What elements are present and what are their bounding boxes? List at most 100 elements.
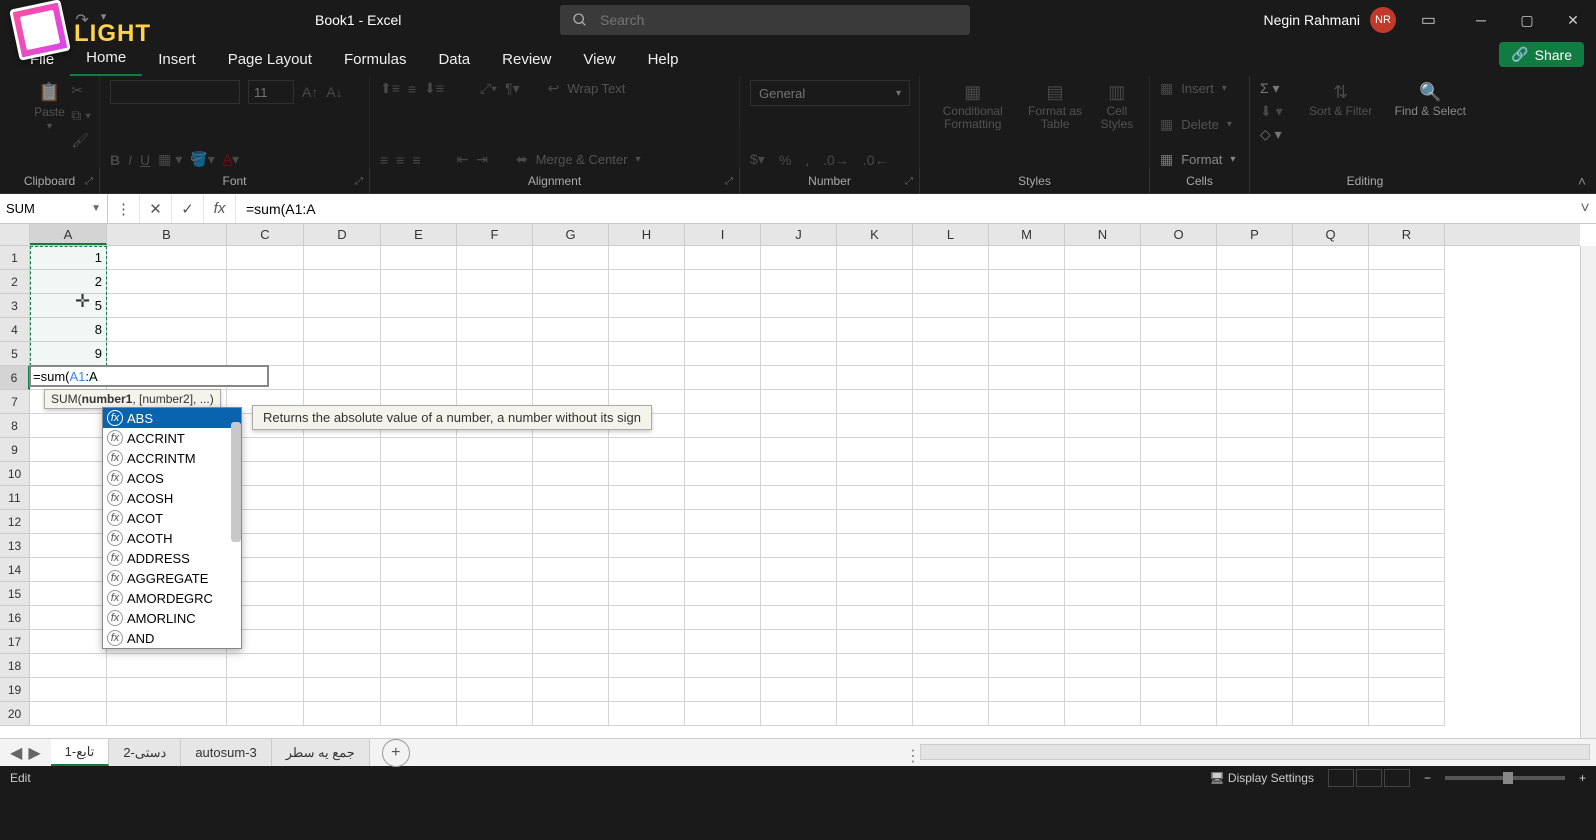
formula-input[interactable]: =sum(A1:A	[236, 194, 1574, 223]
cell-F9[interactable]	[457, 438, 533, 462]
cell-L10[interactable]	[913, 462, 989, 486]
cancel-formula-button[interactable]: ✕	[140, 194, 172, 223]
cell-A10[interactable]	[30, 462, 107, 486]
cell-K17[interactable]	[837, 630, 913, 654]
enter-formula-button[interactable]: ✓	[172, 194, 204, 223]
row-header-6[interactable]: 6	[0, 366, 30, 390]
cell-N18[interactable]	[1065, 654, 1141, 678]
cell-O4[interactable]	[1141, 318, 1217, 342]
column-header-B[interactable]: B	[107, 224, 227, 245]
cell-N2[interactable]	[1065, 270, 1141, 294]
cell-J17[interactable]	[761, 630, 837, 654]
column-header-O[interactable]: O	[1141, 224, 1217, 245]
cell-P18[interactable]	[1217, 654, 1293, 678]
function-suggestion-aggregate[interactable]: fxAGGREGATE	[103, 568, 241, 588]
sort-filter-button[interactable]: ⇅ Sort & Filter	[1305, 80, 1376, 120]
cell-L11[interactable]	[913, 486, 989, 510]
orientation-icon[interactable]: ⤢▾	[480, 80, 497, 97]
cell-Q18[interactable]	[1293, 654, 1369, 678]
cell-K5[interactable]	[837, 342, 913, 366]
cell-L8[interactable]	[913, 414, 989, 438]
cell-M1[interactable]	[989, 246, 1065, 270]
cell-O12[interactable]	[1141, 510, 1217, 534]
cell-P15[interactable]	[1217, 582, 1293, 606]
column-header-Q[interactable]: Q	[1293, 224, 1369, 245]
cell-O19[interactable]	[1141, 678, 1217, 702]
ribbon-display-options-icon[interactable]: ▭	[1421, 10, 1436, 30]
cell-N14[interactable]	[1065, 558, 1141, 582]
cell-G13[interactable]	[533, 534, 609, 558]
cell-B4[interactable]	[107, 318, 227, 342]
cell-K9[interactable]	[837, 438, 913, 462]
cell-E6[interactable]	[381, 366, 457, 390]
cell-B3[interactable]	[107, 294, 227, 318]
cell-O10[interactable]	[1141, 462, 1217, 486]
cell-F4[interactable]	[457, 318, 533, 342]
increase-font-icon[interactable]: A↑	[302, 84, 318, 100]
cell-Q15[interactable]	[1293, 582, 1369, 606]
cell-E11[interactable]	[381, 486, 457, 510]
cell-J14[interactable]	[761, 558, 837, 582]
underline-button[interactable]: U	[140, 152, 150, 168]
cell-E13[interactable]	[381, 534, 457, 558]
conditional-formatting-button[interactable]: ▦ Conditional Formatting	[930, 80, 1016, 133]
cell-G15[interactable]	[533, 582, 609, 606]
cell-N17[interactable]	[1065, 630, 1141, 654]
cell-F6[interactable]	[457, 366, 533, 390]
cell-J12[interactable]	[761, 510, 837, 534]
currency-icon[interactable]: $▾	[750, 151, 765, 168]
align-middle-icon[interactable]: ≡	[408, 81, 416, 97]
cell-O1[interactable]	[1141, 246, 1217, 270]
cell-Q12[interactable]	[1293, 510, 1369, 534]
cell-O14[interactable]	[1141, 558, 1217, 582]
font-name-select[interactable]	[110, 80, 240, 104]
cell-E19[interactable]	[381, 678, 457, 702]
share-button[interactable]: 🔗 Share	[1499, 42, 1584, 67]
cell-L3[interactable]	[913, 294, 989, 318]
cell-D19[interactable]	[304, 678, 381, 702]
function-suggestion-acosh[interactable]: fxACOSH	[103, 488, 241, 508]
cell-H18[interactable]	[609, 654, 685, 678]
cell-J19[interactable]	[761, 678, 837, 702]
cell-E18[interactable]	[381, 654, 457, 678]
cell-A12[interactable]	[30, 510, 107, 534]
cell-F10[interactable]	[457, 462, 533, 486]
cut-icon[interactable]: ✂	[71, 82, 91, 99]
cell-M10[interactable]	[989, 462, 1065, 486]
cell-R16[interactable]	[1369, 606, 1445, 630]
cell-R15[interactable]	[1369, 582, 1445, 606]
column-header-F[interactable]: F	[457, 224, 533, 245]
column-header-R[interactable]: R	[1369, 224, 1445, 245]
cell-K2[interactable]	[837, 270, 913, 294]
cell-N15[interactable]	[1065, 582, 1141, 606]
cell-R19[interactable]	[1369, 678, 1445, 702]
cell-D14[interactable]	[304, 558, 381, 582]
sheet-nav-prev-icon[interactable]: ◀	[10, 743, 22, 763]
cell-D11[interactable]	[304, 486, 381, 510]
function-suggestion-address[interactable]: fxADDRESS	[103, 548, 241, 568]
italic-button[interactable]: I	[128, 152, 132, 168]
collapse-ribbon-icon[interactable]: ˄	[1578, 173, 1586, 189]
expand-formula-bar-icon[interactable]: ˅	[1574, 200, 1596, 218]
search-box[interactable]	[560, 5, 970, 35]
cell-A20[interactable]	[30, 702, 107, 726]
sheet-tab-1[interactable]: دستی-2	[109, 739, 181, 766]
column-header-E[interactable]: E	[381, 224, 457, 245]
cell-D13[interactable]	[304, 534, 381, 558]
zoom-out-button[interactable]: −	[1424, 771, 1431, 785]
horizontal-scrollbar[interactable]	[920, 744, 1590, 760]
cell-A3[interactable]: 5	[30, 294, 107, 318]
cell-P9[interactable]	[1217, 438, 1293, 462]
cell-G11[interactable]	[533, 486, 609, 510]
cell-J13[interactable]	[761, 534, 837, 558]
cell-L12[interactable]	[913, 510, 989, 534]
cell-E14[interactable]	[381, 558, 457, 582]
sheet-nav-next-icon[interactable]: ▶	[28, 743, 40, 763]
cell-R20[interactable]	[1369, 702, 1445, 726]
cell-I10[interactable]	[685, 462, 761, 486]
cell-N11[interactable]	[1065, 486, 1141, 510]
row-header-5[interactable]: 5	[0, 342, 30, 366]
cell-K12[interactable]	[837, 510, 913, 534]
cell-D18[interactable]	[304, 654, 381, 678]
cell-G9[interactable]	[533, 438, 609, 462]
